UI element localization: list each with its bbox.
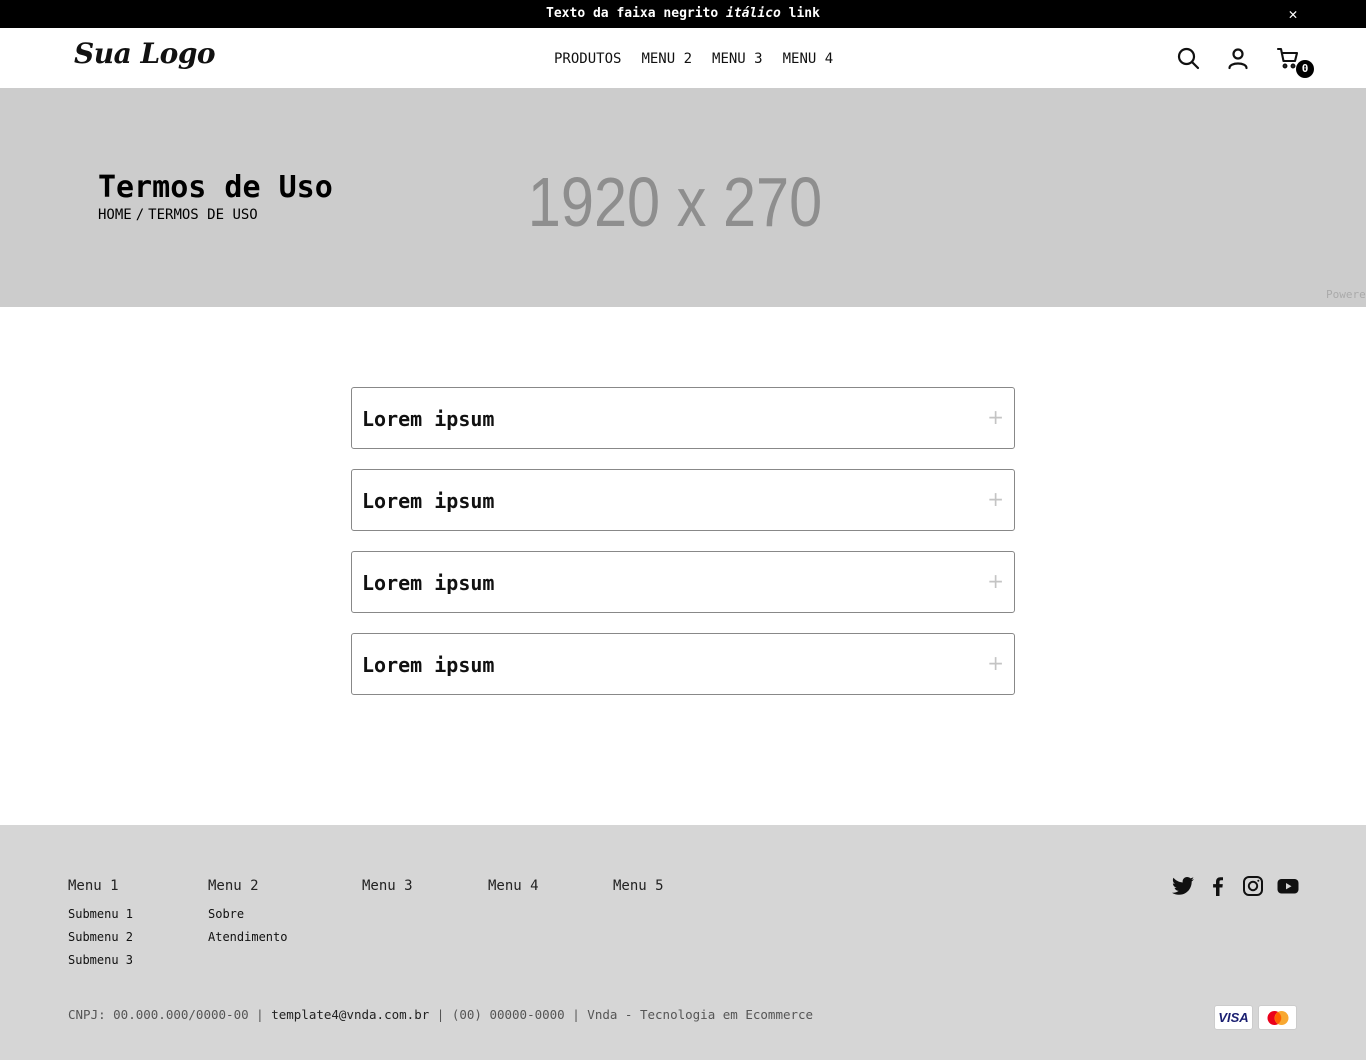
footer-link[interactable]: Submenu 2	[68, 930, 133, 944]
accordion-item[interactable]: Lorem ipsum +	[351, 387, 1015, 449]
site-header: Sua Logo PRODUTOS MENU 2 MENU 3 MENU 4 0	[0, 28, 1366, 88]
accordion-item[interactable]: Lorem ipsum +	[351, 633, 1015, 695]
accordion-item[interactable]: Lorem ipsum +	[351, 469, 1015, 531]
search-icon[interactable]	[1176, 46, 1200, 70]
nav-item-menu-2[interactable]: MENU 2	[641, 51, 692, 67]
footer-column-title[interactable]: Menu 4	[488, 878, 539, 894]
footer-column-title[interactable]: Menu 3	[362, 878, 413, 894]
footer-column-menu-3: Menu 3	[362, 878, 413, 894]
legal-separator: |	[429, 1007, 452, 1022]
plus-icon[interactable]: +	[987, 569, 1004, 593]
instagram-icon[interactable]	[1241, 874, 1265, 898]
logo[interactable]: Sua Logo	[74, 37, 216, 70]
footer-column-title[interactable]: Menu 2	[208, 878, 287, 894]
footer-column-title[interactable]: Menu 5	[613, 878, 664, 894]
announcement-text: Texto da faixa negrito itálico link	[0, 6, 1366, 21]
contact-phone: (00) 00000-0000	[451, 1007, 565, 1022]
footer-link[interactable]: Atendimento	[208, 930, 287, 944]
footer-link[interactable]: Sobre	[208, 907, 287, 921]
footer-column-menu-5: Menu 5	[613, 878, 664, 894]
breadcrumb: HOME / TERMOS DE USO	[98, 207, 258, 223]
legal-separator: |	[248, 1007, 272, 1022]
breadcrumb-current: TERMOS DE USO	[148, 207, 258, 223]
announcement-bold-text: Texto da faixa negrito	[546, 6, 727, 21]
cart-count-badge: 0	[1296, 60, 1314, 78]
youtube-icon[interactable]	[1276, 874, 1300, 898]
site-footer: Menu 1 Submenu 1 Submenu 2 Submenu 3 Men…	[0, 825, 1366, 1060]
announcement-italic-text: itálico	[726, 6, 781, 21]
plus-icon[interactable]: +	[987, 405, 1004, 429]
footer-link[interactable]: Submenu 1	[68, 907, 133, 921]
plus-icon[interactable]: +	[987, 487, 1004, 511]
nav-item-menu-4[interactable]: MENU 4	[783, 51, 834, 67]
accordion-item[interactable]: Lorem ipsum +	[351, 551, 1015, 613]
announcement-link[interactable]: link	[781, 6, 820, 21]
mastercard-icon	[1258, 1005, 1297, 1030]
user-icon[interactable]	[1226, 46, 1250, 70]
visa-card-icon: VISA	[1214, 1005, 1253, 1030]
vnda-credit-link[interactable]: Vnda - Tecnologia em Ecommerce	[587, 1007, 813, 1022]
breadcrumb-separator: /	[135, 207, 145, 223]
contact-email[interactable]: template4@vnda.com.br	[271, 1007, 429, 1022]
twitter-icon[interactable]	[1171, 874, 1195, 898]
nav-item-produtos[interactable]: PRODUTOS	[554, 51, 621, 67]
footer-column-menu-1: Menu 1 Submenu 1 Submenu 2 Submenu 3	[68, 878, 133, 967]
accordion-item-title: Lorem ipsum	[362, 653, 495, 677]
accordion-item-title: Lorem ipsum	[362, 489, 495, 513]
page-banner: 1920 x 270 Termos de Uso HOME / TERMOS DE …	[0, 88, 1366, 307]
announcement-bar: Texto da faixa negrito itálico link ✕	[0, 0, 1366, 28]
main-nav: PRODUTOS MENU 2 MENU 3 MENU 4	[554, 51, 833, 67]
footer-column-menu-4: Menu 4	[488, 878, 539, 894]
legal-separator: |	[564, 1007, 588, 1022]
cnpj-text: CNPJ: 00.000.000/0000-00	[68, 1007, 249, 1022]
nav-item-menu-3[interactable]: MENU 3	[712, 51, 763, 67]
accordion-item-title: Lorem ipsum	[362, 407, 495, 431]
footer-link[interactable]: Submenu 3	[68, 953, 133, 967]
terms-accordion: Lorem ipsum + Lorem ipsum + Lorem ipsum …	[351, 387, 1015, 715]
accordion-item-title: Lorem ipsum	[362, 571, 495, 595]
footer-column-menu-2: Menu 2 Sobre Atendimento	[208, 878, 287, 944]
breadcrumb-home[interactable]: HOME	[98, 207, 132, 223]
close-icon[interactable]: ✕	[1284, 4, 1302, 24]
plus-icon[interactable]: +	[987, 651, 1004, 675]
powered-by-text: Powere	[1326, 288, 1366, 301]
visa-label: VISA	[1218, 1010, 1249, 1025]
footer-legal-line: CNPJ: 00.000.000/0000-00 | template4@vnd…	[68, 1007, 813, 1022]
footer-column-title[interactable]: Menu 1	[68, 878, 133, 894]
page-title: Termos de Uso	[98, 170, 333, 205]
facebook-icon[interactable]	[1206, 874, 1230, 898]
